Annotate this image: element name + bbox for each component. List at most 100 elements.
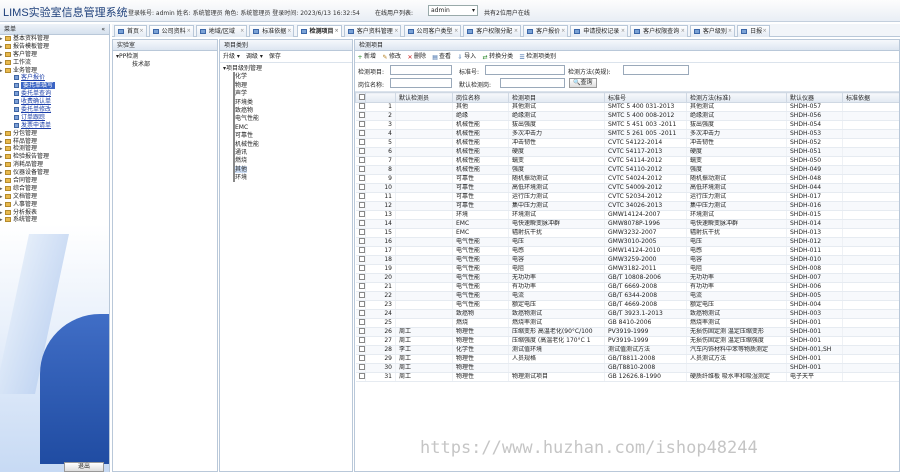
nav-subitem[interactable]: 委托单填写 [0,82,109,90]
row-checkbox[interactable] [358,175,365,181]
toolbar-button[interactable]: ▤查看 [432,51,451,63]
nav-item[interactable]: ▸ 业务管理 [0,67,109,75]
table-row[interactable]: 20 电气性能 无功功率 GB/T 10808-2006 无功功率 SHDH-007 [355,273,899,283]
row-checkbox-cell[interactable] [355,282,366,292]
tab-item[interactable]: 地域/区域 × [195,25,248,37]
row-checkbox[interactable] [358,220,365,226]
column-header[interactable] [365,92,396,103]
row-checkbox[interactable] [358,148,365,154]
table-row[interactable]: 25 燃烧 燃烧率测试 GB 8410-2006 燃烧率测试 SHDH-001 [355,318,899,328]
nav-item[interactable]: ▸ 综合管理 [0,185,109,193]
category-tree-item[interactable]: 燃烧 [223,156,349,166]
row-checkbox[interactable] [358,193,365,199]
lab-tree-child[interactable]: 技术部 [116,61,214,69]
row-checkbox[interactable] [358,130,365,136]
row-checkbox-cell[interactable] [355,138,366,148]
lab-tree-root[interactable]: ▾PP检测 [116,53,214,61]
table-row[interactable]: 11 可靠性 运行压力测试 CVTC 52034-2012 运行压力测试 SHDH-017 [355,192,899,202]
table-row[interactable]: 12 可靠性 集中压力测试 CVTC 34026-2013 集中压力测试 SHDH-016 [355,201,899,211]
table-row[interactable]: 15 EMC 辐射抗干扰 GMW3232-2007 辐射抗干扰 SHDH-013 [355,228,899,238]
position-input[interactable] [390,78,452,88]
logout-button[interactable]: 退出 [64,462,104,472]
table-row[interactable]: 29 周工 物理性 人员规格 GB/T8811-2008 人员测试方法 SHDH-001 [355,354,899,364]
category-tree-item[interactable]: EMC [223,122,349,132]
nav-item[interactable]: ▸ 仪器设备管理 [0,169,109,177]
row-checkbox-cell[interactable] [355,237,366,247]
close-icon[interactable]: × [187,26,191,37]
row-checkbox[interactable] [358,283,365,289]
tab-item[interactable]: 客户权限查询 × [630,25,688,37]
column-header[interactable]: 检测方法(标准) [686,92,787,103]
close-icon[interactable]: × [139,26,143,37]
row-checkbox-cell[interactable] [355,156,366,166]
row-checkbox[interactable] [358,301,365,307]
row-checkbox[interactable] [358,211,365,217]
row-checkbox-cell[interactable] [355,300,366,310]
row-checkbox[interactable] [358,265,365,271]
nav-item[interactable]: ▸ 客户管理 [0,51,109,59]
row-checkbox-cell[interactable] [355,264,366,274]
tab-item[interactable]: 客户资料管理 × [343,25,402,37]
row-checkbox[interactable] [358,256,365,262]
close-icon[interactable]: × [454,26,458,37]
row-checkbox[interactable] [358,157,365,163]
category-tree-item[interactable]: 可靠性 [223,131,349,141]
tab-item[interactable]: 日报 × [737,25,770,37]
close-icon[interactable]: × [287,26,291,37]
table-row[interactable]: 28 李工 化学性 测试值环境 测试值测试方法 汽车内饰材料中苯等物质测定 SHDH-001… [355,345,899,355]
close-icon[interactable]: × [621,26,625,37]
row-checkbox-cell[interactable] [355,102,366,112]
nav-item[interactable]: ▸ 消耗品管理 [0,161,109,169]
row-checkbox-cell[interactable] [355,174,366,184]
category-tree-item[interactable]: 物理 [223,80,349,90]
column-header[interactable]: 岗位名称 [452,92,509,103]
table-row[interactable]: 5 机械性能 冲击韧性 CVTC 54122-2014 冲击韧性 SHDH-052 [355,138,899,148]
row-checkbox-cell[interactable] [355,345,366,355]
row-checkbox-cell[interactable] [355,372,366,382]
category-toolbar-button[interactable]: 保存 [269,53,281,60]
row-checkbox-cell[interactable] [355,273,366,283]
column-header[interactable]: 检测项目 [508,92,605,103]
table-row[interactable]: 10 可靠性 高低环境测试 CVTC 54009-2012 高低环境测试 SHDH-044 [355,183,899,193]
row-checkbox-cell[interactable] [355,327,366,337]
table-row[interactable]: 7 机械性能 蠕变 CVTC 54114-2012 蠕变 SHDH-050 [355,156,899,166]
online-users-select[interactable]: admin [428,5,478,16]
nav-item[interactable]: ▸ 报告模板管理 [0,43,109,51]
close-icon[interactable]: × [514,26,518,37]
tab-item[interactable]: 首页 × [114,25,147,37]
row-checkbox[interactable] [358,310,365,316]
table-row[interactable]: 26 周工 物理性 压缩变形 高温老化(90°C/100 PV3919-1999 无损伤固… [355,327,899,337]
item-input[interactable] [390,65,452,75]
row-checkbox-cell[interactable] [355,219,366,229]
row-checkbox[interactable] [358,103,365,109]
category-toolbar-button[interactable]: 升级 ▾ [223,53,240,60]
row-checkbox-cell[interactable] [355,255,366,265]
close-icon[interactable]: × [728,26,732,37]
tab-item[interactable]: 公司资料 × [148,25,194,37]
row-checkbox-cell[interactable] [355,120,366,130]
row-checkbox[interactable] [358,112,365,118]
table-row[interactable]: 6 机械性能 硬度 CVTC 54117-2013 硬度 SHDH-051 [355,147,899,157]
table-row[interactable]: 17 电气性能 电感 GMW14124-2010 电感 SHDH-011 [355,246,899,256]
row-checkbox-cell[interactable] [355,129,366,139]
toolbar-button[interactable]: ✕删除 [407,51,427,63]
std-input[interactable] [485,65,565,75]
row-checkbox-cell[interactable] [355,210,366,220]
tab-item[interactable]: 标准依据 × [249,25,295,37]
category-tree-item[interactable]: 环境 [223,173,349,183]
row-checkbox[interactable] [358,247,365,253]
row-checkbox-cell[interactable] [355,246,366,256]
row-checkbox[interactable] [358,184,365,190]
table-row[interactable]: 24 致癌物 致癌物测试 GB/T 3923.1-2013 致癌物测试 SHDH-003 [355,309,899,319]
column-header[interactable]: 标准号 [604,92,687,103]
method-input[interactable] [623,65,689,75]
category-toolbar-button[interactable]: 调级 ▾ [246,53,263,60]
row-checkbox[interactable] [358,202,365,208]
row-checkbox[interactable] [358,337,365,343]
table-row[interactable]: 31 周工 物理性 物理测试项目 GB 12626.8-1990 硬质纤维板 吸水率和吸湿… [355,372,899,382]
table-row[interactable]: 9 可靠性 随机振动测试 CVTC 54024-2012 随机振动测试 SHDH-048 [355,174,899,184]
close-icon[interactable]: × [681,26,685,37]
category-tree-item[interactable]: 声学 [223,89,349,99]
tab-item[interactable]: 申请授权记录 × [570,25,629,37]
nav-subitem[interactable]: 委托单修改 [0,106,109,114]
